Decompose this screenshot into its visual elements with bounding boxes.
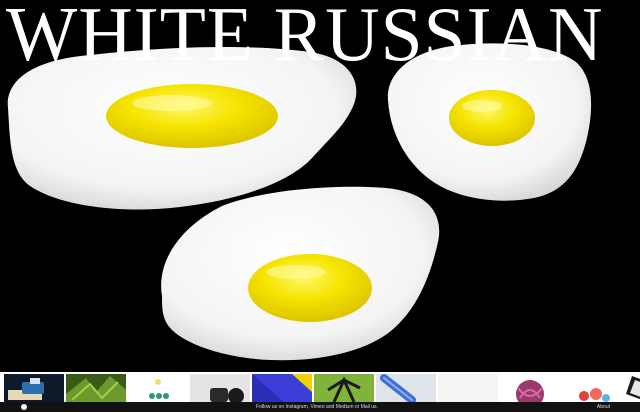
- site-logo-title[interactable]: WHITE RUSSIAN: [6, 0, 633, 73]
- thumb-black-device-icon[interactable]: [190, 374, 250, 402]
- thumb-yarn-ball-icon[interactable]: [500, 374, 560, 402]
- thumb-blue-diagonal-icon[interactable]: [252, 374, 312, 402]
- fried-egg-bottom: [161, 186, 440, 361]
- thumb-red-candy-icon[interactable]: [562, 374, 622, 402]
- thumb-boat-scene-icon[interactable]: [4, 374, 64, 402]
- thumb-blue-tube-icon[interactable]: [376, 374, 436, 402]
- site-footer: Follow us on Instagram, Vimeo and Medium…: [0, 402, 640, 412]
- about-link[interactable]: About: [597, 402, 610, 412]
- project-thumbnail-strip: [0, 372, 640, 402]
- social-links-text[interactable]: Follow us on Instagram, Vimeo and Medium…: [0, 402, 634, 412]
- thumb-palm-leaves-icon[interactable]: [66, 374, 126, 402]
- thumb-phone-frame-icon[interactable]: [624, 374, 640, 402]
- hero-stage: WHITE RUSSIAN: [0, 0, 640, 372]
- thumb-empty-icon[interactable]: [438, 374, 498, 402]
- thumb-dark-plant-icon[interactable]: [314, 374, 374, 402]
- thumb-cactus-pots-icon[interactable]: [128, 374, 188, 402]
